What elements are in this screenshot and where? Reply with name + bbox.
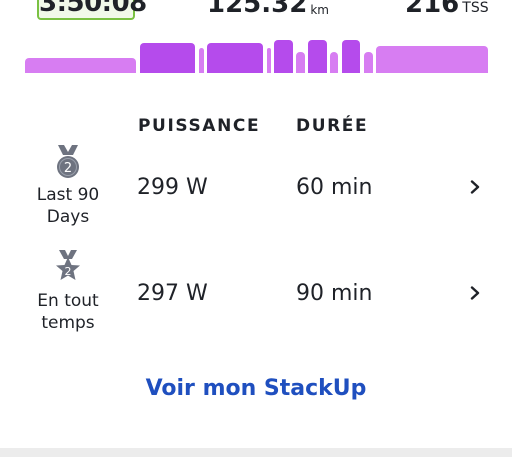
record-label-line1: Last 90 — [36, 185, 100, 205]
power-bar-segment — [140, 43, 195, 73]
chevron-right-icon[interactable] — [468, 180, 482, 194]
record-row-all-time[interactable]: 2 En tout temps 297 W 90 min — [0, 249, 512, 339]
column-header-duration: DURÉE — [296, 116, 369, 136]
power-bar-segment — [308, 40, 327, 73]
record-duration-value: 90 min — [296, 281, 373, 306]
power-bar-segment — [330, 52, 338, 73]
chevron-right-icon[interactable] — [468, 286, 482, 300]
power-bar-segment — [199, 48, 204, 73]
power-bar-segment — [376, 46, 488, 73]
medal-icon: 2 — [56, 250, 80, 280]
power-bar-segment — [296, 52, 305, 73]
power-bar-segment — [274, 40, 293, 73]
medal-rank: 2 — [65, 265, 72, 278]
medal-rank: 2 — [64, 161, 72, 176]
record-label-all-time: En tout temps — [20, 290, 116, 334]
record-label-line2: temps — [41, 313, 95, 333]
view-stackup-link[interactable]: Voir mon StackUp — [0, 376, 512, 401]
power-bar-segment — [364, 52, 373, 73]
record-power-value: 299 W — [137, 175, 208, 200]
bottom-divider — [0, 448, 512, 457]
record-label-last-90-days: Last 90 Days — [20, 184, 116, 228]
power-bar-segment — [25, 58, 136, 73]
medal-icon: 2 — [57, 145, 79, 178]
column-header-power: PUISSANCE — [138, 116, 261, 136]
record-duration-value: 60 min — [296, 175, 373, 200]
power-bar-segment — [342, 40, 360, 73]
power-bar-segment — [207, 43, 263, 73]
power-profile-bars — [0, 0, 512, 80]
power-bar-segment — [267, 48, 271, 73]
record-row-last-90-days[interactable]: 2 Last 90 Days 299 W 60 min — [0, 143, 512, 233]
record-label-line1: En tout — [37, 291, 99, 311]
record-power-value: 297 W — [137, 281, 208, 306]
record-label-line2: Days — [46, 207, 90, 227]
